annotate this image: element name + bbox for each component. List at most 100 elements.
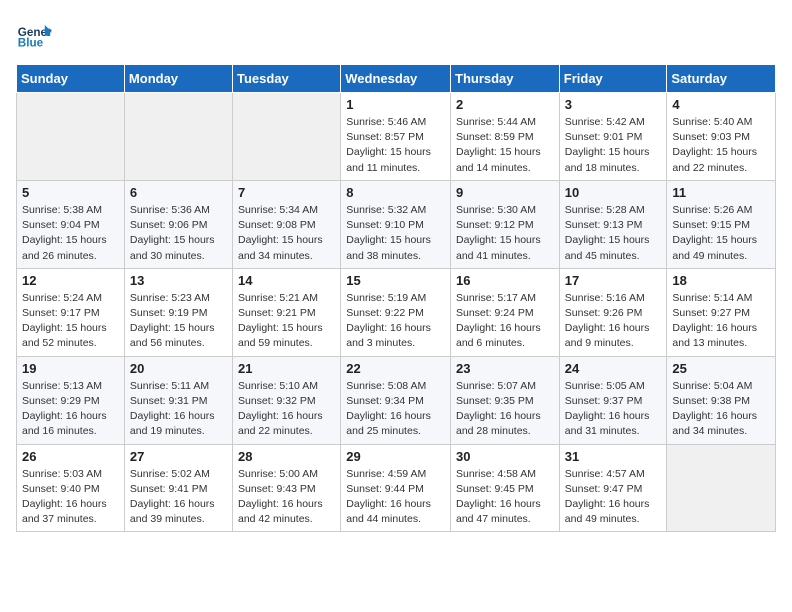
day-number: 11 (672, 185, 770, 200)
calendar-cell: 3 Sunrise: 5:42 AMSunset: 9:01 PMDaylight… (559, 93, 667, 181)
day-info: Sunrise: 5:40 AMSunset: 9:03 PMDaylight:… (672, 115, 770, 176)
weekday-header-friday: Friday (559, 65, 667, 93)
day-info: Sunrise: 5:00 AMSunset: 9:43 PMDaylight:… (238, 467, 335, 528)
calendar-cell (233, 93, 341, 181)
calendar-cell (17, 93, 125, 181)
day-info: Sunrise: 5:14 AMSunset: 9:27 PMDaylight:… (672, 291, 770, 352)
calendar-cell: 8Sunrise: 5:32 AMSunset: 9:10 PMDaylight… (341, 180, 451, 268)
day-number: 24 (565, 361, 662, 376)
day-info: Sunrise: 5:34 AMSunset: 9:08 PMDaylight:… (238, 203, 335, 264)
calendar-cell: 14 Sunrise: 5:21 AMSunset: 9:21 PMDayligh… (233, 268, 341, 356)
svg-text:Blue: Blue (18, 37, 44, 50)
day-info: Sunrise: 5:08 AMSunset: 9:34 PMDaylight:… (346, 379, 445, 440)
calendar-table: SundayMondayTuesdayWednesdayThursdayFrid… (16, 64, 776, 532)
day-info: Sunrise: 4:58 AMSunset: 9:45 PMDaylight:… (456, 467, 554, 528)
calendar-cell: 2 Sunrise: 5:44 AMSunset: 8:59 PMDaylight… (451, 93, 560, 181)
day-info: Sunrise: 4:57 AMSunset: 9:47 PMDaylight:… (565, 467, 662, 528)
day-number: 20 (130, 361, 227, 376)
weekday-header-row: SundayMondayTuesdayWednesdayThursdayFrid… (17, 65, 776, 93)
calendar-cell: 13 Sunrise: 5:23 AMSunset: 9:19 PMDayligh… (124, 268, 232, 356)
day-number: 26 (22, 449, 119, 464)
calendar-cell: 31 Sunrise: 4:57 AMSunset: 9:47 PMDayligh… (559, 444, 667, 532)
day-number: 29 (346, 449, 445, 464)
day-number: 31 (565, 449, 662, 464)
day-info: Sunrise: 5:19 AMSunset: 9:22 PMDaylight:… (346, 291, 445, 352)
day-info: Sunrise: 5:04 AMSunset: 9:38 PMDaylight:… (672, 379, 770, 440)
logo-icon: General Blue (16, 16, 52, 52)
calendar-cell: 12Sunrise: 5:24 AMSunset: 9:17 PMDayligh… (17, 268, 125, 356)
day-number: 16 (456, 273, 554, 288)
day-number: 23 (456, 361, 554, 376)
weekday-header-wednesday: Wednesday (341, 65, 451, 93)
day-number: 15 (346, 273, 445, 288)
calendar-week-1: 1Sunrise: 5:46 AMSunset: 8:57 PMDaylight… (17, 93, 776, 181)
day-number: 19 (22, 361, 119, 376)
calendar-cell: 29 Sunrise: 4:59 AMSunset: 9:44 PMDayligh… (341, 444, 451, 532)
day-info: Sunrise: 5:28 AMSunset: 9:13 PMDaylight:… (565, 203, 662, 264)
day-number: 21 (238, 361, 335, 376)
calendar-cell: 27 Sunrise: 5:02 AMSunset: 9:41 PMDayligh… (124, 444, 232, 532)
day-number: 18 (672, 273, 770, 288)
logo: General Blue (16, 16, 52, 52)
day-number: 27 (130, 449, 227, 464)
day-number: 30 (456, 449, 554, 464)
calendar-cell: 21 Sunrise: 5:10 AMSunset: 9:32 PMDayligh… (233, 356, 341, 444)
calendar-cell (667, 444, 776, 532)
calendar-cell: 5 Sunrise: 5:38 AMSunset: 9:04 PMDaylight… (17, 180, 125, 268)
day-info: Sunrise: 5:02 AMSunset: 9:41 PMDaylight:… (130, 467, 227, 528)
calendar-cell: 26 Sunrise: 5:03 AMSunset: 9:40 PMDayligh… (17, 444, 125, 532)
day-number: 3 (565, 97, 662, 112)
calendar-cell: 15 Sunrise: 5:19 AMSunset: 9:22 PMDayligh… (341, 268, 451, 356)
calendar-cell: 18 Sunrise: 5:14 AMSunset: 9:27 PMDayligh… (667, 268, 776, 356)
calendar-week-3: 12Sunrise: 5:24 AMSunset: 9:17 PMDayligh… (17, 268, 776, 356)
day-number: 2 (456, 97, 554, 112)
calendar-cell: 25 Sunrise: 5:04 AMSunset: 9:38 PMDayligh… (667, 356, 776, 444)
day-info: Sunrise: 5:10 AMSunset: 9:32 PMDaylight:… (238, 379, 335, 440)
day-info: Sunrise: 5:42 AMSunset: 9:01 PMDaylight:… (565, 115, 662, 176)
page-header: General Blue (16, 16, 776, 52)
day-info: Sunrise: 4:59 AMSunset: 9:44 PMDaylight:… (346, 467, 445, 528)
day-number: 17 (565, 273, 662, 288)
calendar-cell (124, 93, 232, 181)
calendar-cell: 28 Sunrise: 5:00 AMSunset: 9:43 PMDayligh… (233, 444, 341, 532)
day-number: 25 (672, 361, 770, 376)
day-info: Sunrise: 5:07 AMSunset: 9:35 PMDaylight:… (456, 379, 554, 440)
day-info: Sunrise: 5:46 AMSunset: 8:57 PMDaylight:… (346, 115, 445, 176)
day-info: Sunrise: 5:23 AMSunset: 9:19 PMDaylight:… (130, 291, 227, 352)
day-number: 4 (672, 97, 770, 112)
day-number: 9 (456, 185, 554, 200)
day-number: 6 (130, 185, 227, 200)
weekday-header-sunday: Sunday (17, 65, 125, 93)
day-info: Sunrise: 5:11 AMSunset: 9:31 PMDaylight:… (130, 379, 227, 440)
calendar-week-4: 19 Sunrise: 5:13 AMSunset: 9:29 PMDayligh… (17, 356, 776, 444)
day-number: 14 (238, 273, 335, 288)
calendar-cell: 7 Sunrise: 5:34 AMSunset: 9:08 PMDaylight… (233, 180, 341, 268)
calendar-cell: 20 Sunrise: 5:11 AMSunset: 9:31 PMDayligh… (124, 356, 232, 444)
day-number: 13 (130, 273, 227, 288)
day-info: Sunrise: 5:03 AMSunset: 9:40 PMDaylight:… (22, 467, 119, 528)
calendar-cell: 19 Sunrise: 5:13 AMSunset: 9:29 PMDayligh… (17, 356, 125, 444)
day-number: 5 (22, 185, 119, 200)
calendar-cell: 6 Sunrise: 5:36 AMSunset: 9:06 PMDaylight… (124, 180, 232, 268)
day-number: 12 (22, 273, 119, 288)
day-info: Sunrise: 5:44 AMSunset: 8:59 PMDaylight:… (456, 115, 554, 176)
day-info: Sunrise: 5:05 AMSunset: 9:37 PMDaylight:… (565, 379, 662, 440)
day-info: Sunrise: 5:13 AMSunset: 9:29 PMDaylight:… (22, 379, 119, 440)
calendar-cell: 30 Sunrise: 4:58 AMSunset: 9:45 PMDayligh… (451, 444, 560, 532)
calendar-cell: 23 Sunrise: 5:07 AMSunset: 9:35 PMDayligh… (451, 356, 560, 444)
day-number: 22 (346, 361, 445, 376)
calendar-cell: 9 Sunrise: 5:30 AMSunset: 9:12 PMDaylight… (451, 180, 560, 268)
day-info: Sunrise: 5:16 AMSunset: 9:26 PMDaylight:… (565, 291, 662, 352)
day-info: Sunrise: 5:21 AMSunset: 9:21 PMDaylight:… (238, 291, 335, 352)
day-info: Sunrise: 5:38 AMSunset: 9:04 PMDaylight:… (22, 203, 119, 264)
calendar-cell: 16Sunrise: 5:17 AMSunset: 9:24 PMDayligh… (451, 268, 560, 356)
day-info: Sunrise: 5:30 AMSunset: 9:12 PMDaylight:… (456, 203, 554, 264)
weekday-header-tuesday: Tuesday (233, 65, 341, 93)
calendar-cell: 10Sunrise: 5:28 AMSunset: 9:13 PMDayligh… (559, 180, 667, 268)
calendar-cell: 4 Sunrise: 5:40 AMSunset: 9:03 PMDaylight… (667, 93, 776, 181)
day-info: Sunrise: 5:36 AMSunset: 9:06 PMDaylight:… (130, 203, 227, 264)
calendar-week-5: 26 Sunrise: 5:03 AMSunset: 9:40 PMDayligh… (17, 444, 776, 532)
day-number: 28 (238, 449, 335, 464)
day-number: 7 (238, 185, 335, 200)
calendar-cell: 1Sunrise: 5:46 AMSunset: 8:57 PMDaylight… (341, 93, 451, 181)
